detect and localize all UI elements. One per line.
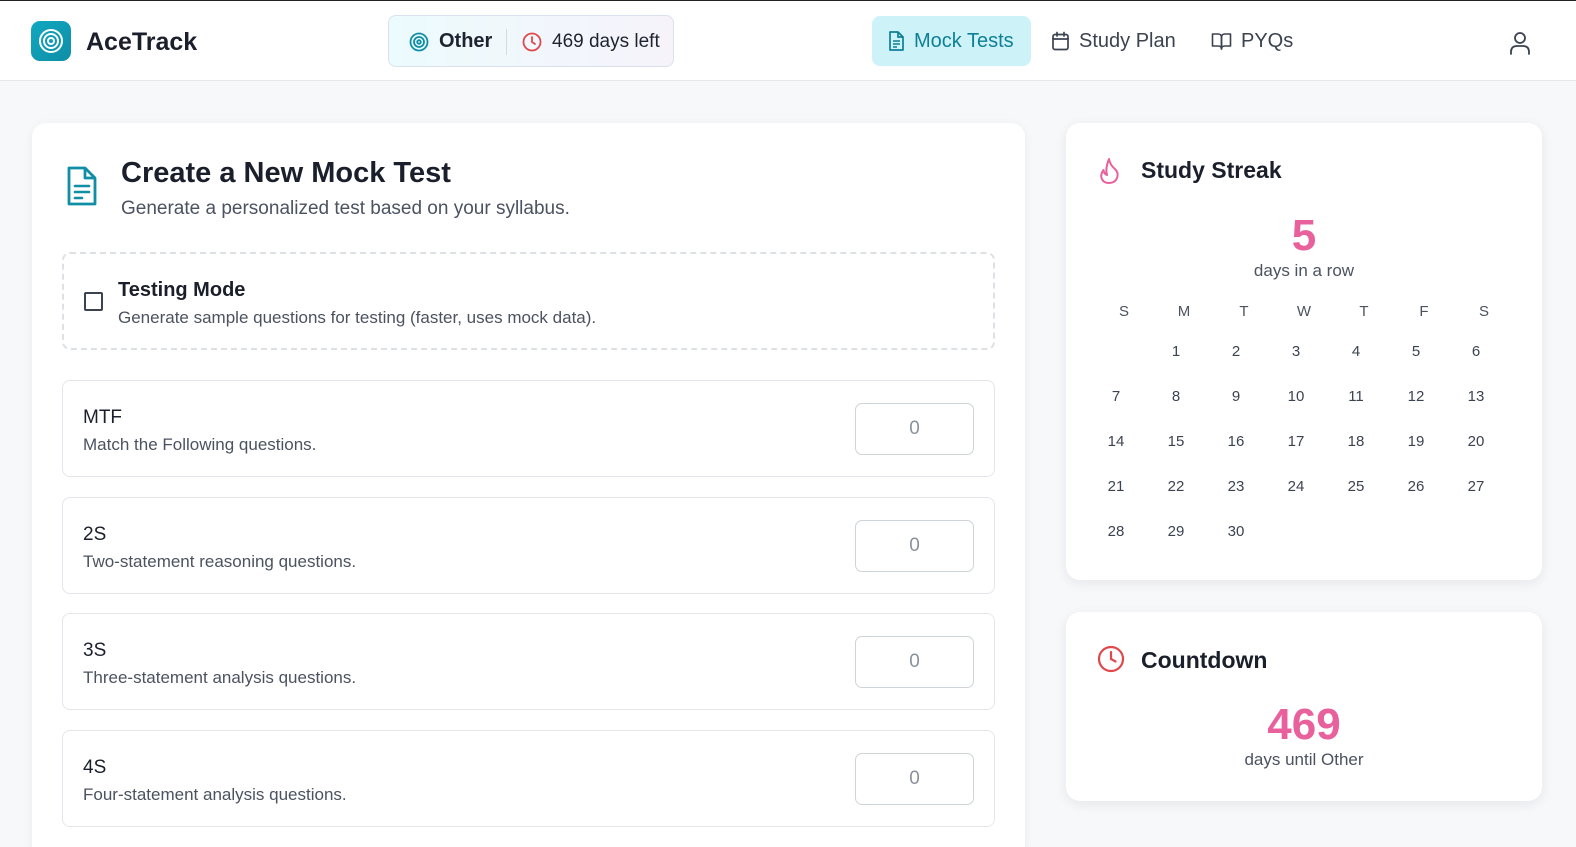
user-profile-button[interactable] xyxy=(1506,29,1534,57)
calendar-day: 2 xyxy=(1231,343,1241,360)
nav-study-plan[interactable]: Study Plan xyxy=(1036,16,1191,66)
days-left-group: 469 days left xyxy=(522,31,660,53)
question-type-row: 4S Four-statement analysis questions. xyxy=(62,730,995,827)
page-subtitle: Generate a personalized test based on yo… xyxy=(121,198,570,219)
calendar-day: 28 xyxy=(1107,523,1125,540)
book-icon xyxy=(1211,33,1232,50)
nav-label: Mock Tests xyxy=(914,29,1014,52)
question-type-description: Three-statement analysis questions. xyxy=(83,668,357,687)
exam-selector[interactable]: Other 469 days left xyxy=(388,15,674,67)
calendar-day: 24 xyxy=(1287,478,1305,495)
countdown-title: Countdown xyxy=(1141,647,1268,673)
exam-name-group: Other xyxy=(409,30,492,53)
calendar-day: 5 xyxy=(1411,343,1421,360)
calendar-day: 6 xyxy=(1471,343,1481,360)
calendar-day: 9 xyxy=(1231,388,1241,405)
weekday-label: T xyxy=(1359,303,1369,320)
calendar-day: 21 xyxy=(1107,478,1125,495)
countdown-count: 469 xyxy=(1267,700,1341,749)
page-title: Create a New Mock Test xyxy=(121,157,451,189)
question-type-description: Two-statement reasoning questions. xyxy=(83,552,357,571)
target-icon xyxy=(39,29,63,53)
nav-mock-tests[interactable]: Mock Tests xyxy=(872,16,1031,66)
calendar-day: 29 xyxy=(1167,523,1185,540)
calendar-day: 30 xyxy=(1227,523,1245,540)
calendar-day: 20 xyxy=(1467,433,1485,450)
question-count-input[interactable] xyxy=(855,636,974,688)
target-icon xyxy=(409,32,429,51)
calendar-day: 1 xyxy=(1171,343,1181,360)
clock-icon xyxy=(1097,645,1125,673)
calendar-day: 12 xyxy=(1407,388,1425,405)
study-streak-card: Study Streak 5 days in a row SMTWTFS1234… xyxy=(1066,123,1542,580)
calendar-day: 22 xyxy=(1167,478,1185,495)
calendar-day: 3 xyxy=(1291,343,1301,360)
calendar-day: 19 xyxy=(1407,433,1425,450)
calendar-day: 18 xyxy=(1347,433,1365,450)
nav-pyqs[interactable]: PYQs xyxy=(1196,16,1308,66)
calendar-day: 27 xyxy=(1467,478,1485,495)
weekday-label: M xyxy=(1177,303,1191,320)
streak-count: 5 xyxy=(1291,211,1317,260)
question-count-input[interactable] xyxy=(855,403,974,455)
calendar-day: 10 xyxy=(1287,388,1305,405)
weekday-label: S xyxy=(1478,303,1489,320)
question-type-code: MTF xyxy=(83,407,123,428)
clock-icon xyxy=(522,32,542,52)
flame-icon xyxy=(1100,158,1119,184)
question-type-description: Match the Following questions. xyxy=(83,435,317,454)
nav-label: Study Plan xyxy=(1079,29,1176,52)
countdown-card: Countdown 469 days until Other xyxy=(1066,612,1542,801)
weekday-label: S xyxy=(1118,303,1129,320)
question-type-row: 2S Two-statement reasoning questions. xyxy=(62,497,995,594)
question-type-row: MTF Match the Following questions. xyxy=(62,380,995,477)
question-count-input[interactable] xyxy=(855,520,974,572)
weekday-label: W xyxy=(1296,303,1312,320)
weekday-label: F xyxy=(1419,303,1429,320)
top-navigation-bar: AceTrack Other 469 days left Mock Tests xyxy=(0,1,1576,81)
question-count-input[interactable] xyxy=(855,753,974,805)
calendar-day: 13 xyxy=(1467,388,1485,405)
calendar-icon xyxy=(1052,31,1069,51)
exam-name: Other xyxy=(439,30,493,52)
calendar-day: 4 xyxy=(1351,343,1361,360)
calendar-day: 8 xyxy=(1171,388,1181,405)
calendar-day: 26 xyxy=(1407,478,1425,495)
document-icon xyxy=(889,31,904,51)
divider xyxy=(506,29,507,55)
calendar-day: 25 xyxy=(1347,478,1365,495)
calendar-day: 17 xyxy=(1287,433,1305,450)
streak-title: Study Streak xyxy=(1141,157,1282,183)
calendar-day: 14 xyxy=(1107,433,1125,450)
document-icon xyxy=(64,166,98,211)
weekday-label: T xyxy=(1239,303,1249,320)
testing-mode-checkbox[interactable] xyxy=(84,292,103,311)
question-type-code: 3S xyxy=(83,640,107,661)
days-left-text: 469 days left xyxy=(552,31,660,52)
calendar-day: 11 xyxy=(1348,388,1364,405)
testing-mode-title: Testing Mode xyxy=(118,279,246,301)
countdown-caption: days until Other xyxy=(1244,750,1364,769)
question-type-code: 2S xyxy=(83,524,107,545)
app-name[interactable]: AceTrack xyxy=(86,28,197,57)
testing-mode-description: Generate sample questions for testing (f… xyxy=(118,308,597,327)
calendar-day: 7 xyxy=(1111,388,1121,405)
nav-label: PYQs xyxy=(1241,29,1294,52)
calendar-day: 16 xyxy=(1227,433,1245,450)
user-icon xyxy=(1510,32,1530,55)
streak-caption: days in a row xyxy=(1253,261,1355,280)
app-logo[interactable] xyxy=(31,21,71,61)
calendar-day: 15 xyxy=(1167,433,1185,450)
question-type-row: 3S Three-statement analysis questions. xyxy=(62,613,995,710)
question-type-code: 4S xyxy=(83,757,107,778)
calendar-day: 23 xyxy=(1227,478,1245,495)
question-type-description: Four-statement analysis questions. xyxy=(83,785,347,804)
